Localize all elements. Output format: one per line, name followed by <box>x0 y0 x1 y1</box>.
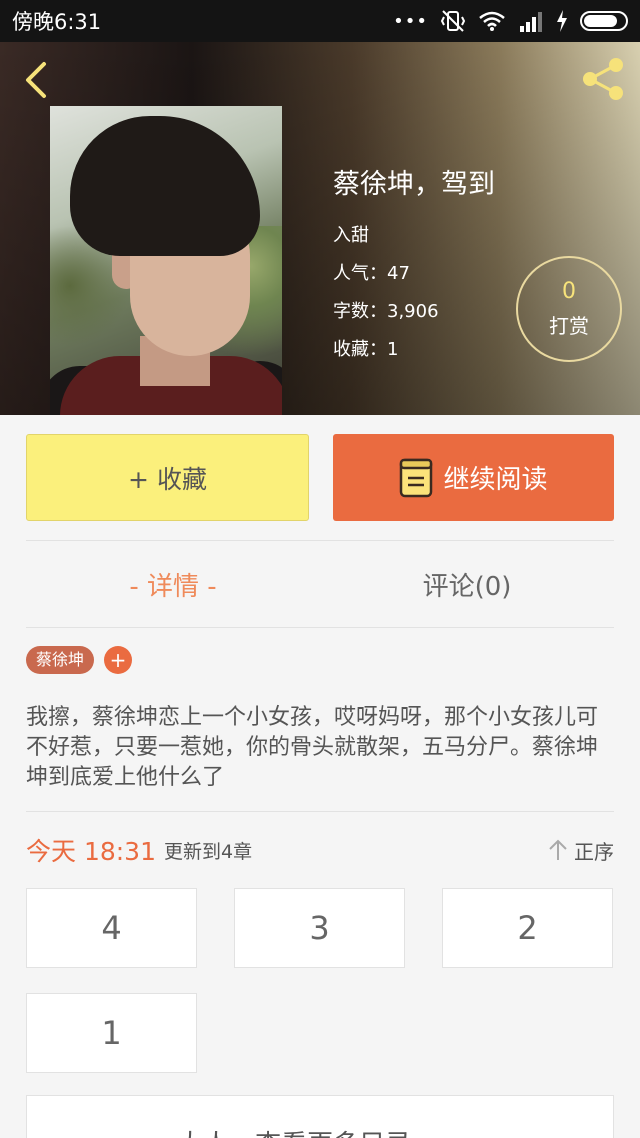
book-genre: 入甜 <box>333 225 369 246</box>
book-header: 蔡徐坤，驾到 入甜 人气：47 字数：3,906 收藏：1 0 打赏 <box>0 42 640 415</box>
view-more-catalog-button[interactable]: 大人，查看更多目录 >> <box>26 1095 614 1138</box>
divider <box>26 811 614 812</box>
book-cover-image[interactable] <box>50 106 282 415</box>
word-count-value: 3,906 <box>387 301 439 322</box>
word-count-line: 字数：3,906 <box>333 293 495 331</box>
charging-icon <box>557 10 567 32</box>
book-info: 蔡徐坤，驾到 入甜 人气：47 字数：3,906 收藏：1 <box>333 162 495 369</box>
battery-icon <box>580 11 628 31</box>
favorites-label: 收藏： <box>333 339 387 360</box>
reward-button[interactable]: 0 打赏 <box>516 256 622 362</box>
popularity-value: 47 <box>387 263 410 284</box>
update-row: 今天 18:31 更新到4章 正序 <box>26 830 614 870</box>
book-icon <box>400 458 433 497</box>
tag-row: 蔡徐坤 + <box>26 646 133 674</box>
reward-count: 0 <box>562 279 576 304</box>
status-time: 傍晚6:31 <box>12 10 102 34</box>
update-time: 今天 18:31 <box>26 837 156 866</box>
book-description: 我擦，蔡徐坤恋上一个小女孩，哎呀妈呀，那个小女孩儿可不好惹，只要一惹她，你的骨头… <box>26 705 599 790</box>
more-dots-icon: ••• <box>393 10 428 32</box>
chapter-button[interactable]: 1 <box>26 993 197 1073</box>
chapter-button[interactable]: 4 <box>26 888 197 968</box>
tab-details[interactable]: - 详情 - <box>26 541 320 627</box>
favorites-line: 收藏：1 <box>333 331 495 369</box>
add-favorite-button[interactable]: + 收藏 <box>26 434 309 521</box>
chapter-button[interactable]: 2 <box>442 888 613 968</box>
divider <box>26 627 614 628</box>
tab-bar: - 详情 - 评论(0) <box>26 541 614 627</box>
popularity-label: 人气： <box>333 263 387 284</box>
reward-label: 打赏 <box>549 314 589 338</box>
continue-reading-button[interactable]: 继续阅读 <box>333 434 614 521</box>
vibrate-off-icon <box>440 10 466 32</box>
chapter-button[interactable]: 3 <box>234 888 405 968</box>
favorites-value: 1 <box>387 339 399 360</box>
wifi-icon <box>479 11 505 31</box>
back-icon[interactable] <box>18 60 54 100</box>
tab-comments[interactable]: 评论(0) <box>320 541 614 627</box>
tag-chip[interactable]: 蔡徐坤 <box>26 646 95 674</box>
status-icons: ••• <box>393 9 628 33</box>
arrow-up-icon <box>549 839 567 860</box>
word-count-label: 字数： <box>333 301 387 322</box>
update-text: 更新到4章 <box>164 840 253 863</box>
share-icon[interactable] <box>578 54 628 104</box>
popularity-line: 人气：47 <box>333 255 495 293</box>
continue-reading-label: 继续阅读 <box>443 465 548 495</box>
book-title: 蔡徐坤，驾到 <box>333 169 495 200</box>
add-tag-button[interactable]: + <box>104 646 133 674</box>
signal-icon <box>520 12 542 32</box>
sort-toggle[interactable]: 正序 <box>548 836 614 865</box>
status-bar: 傍晚6:31 ••• <box>0 0 640 42</box>
sort-label: 正序 <box>574 839 614 864</box>
